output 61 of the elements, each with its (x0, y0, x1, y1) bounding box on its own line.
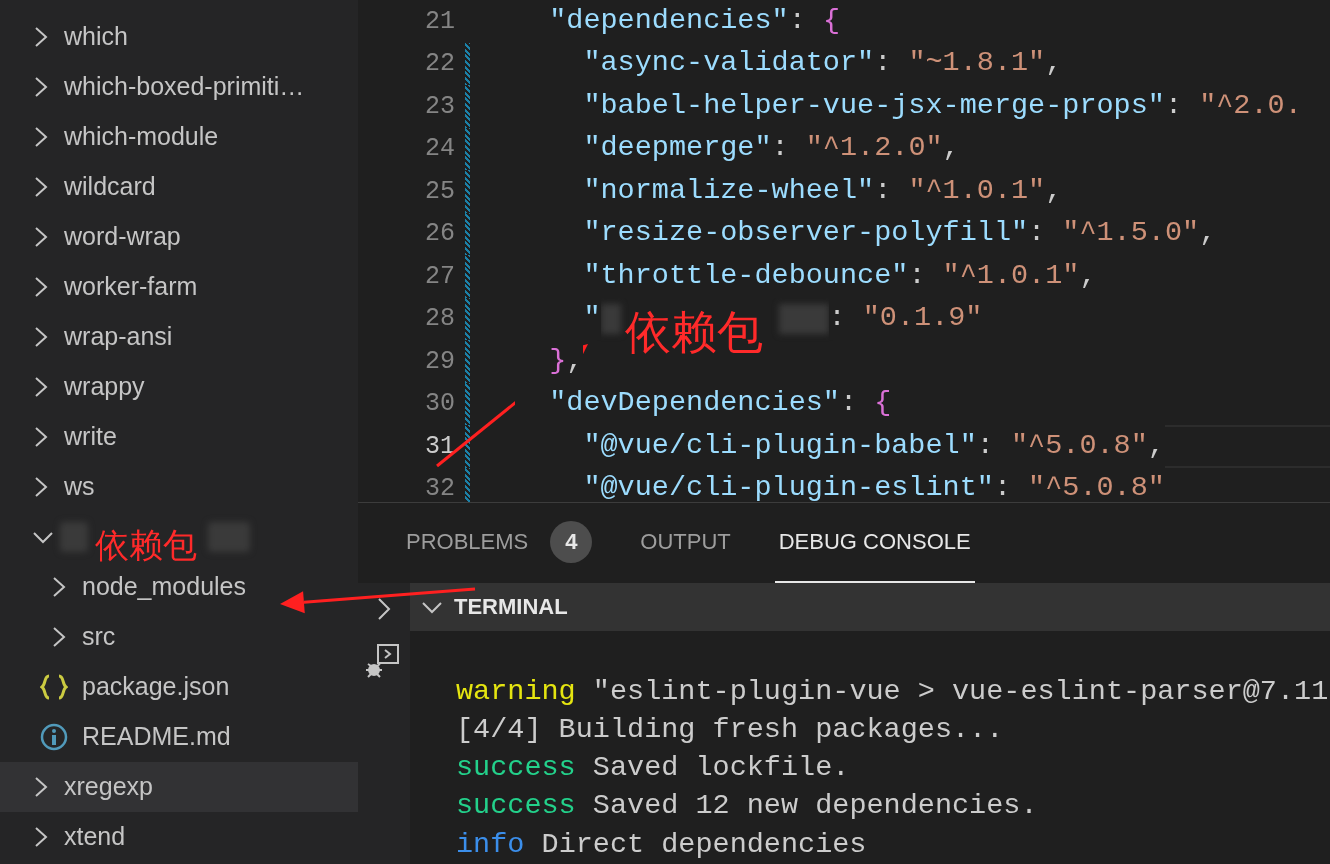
blurred-key (778, 303, 829, 334)
file-name: xtend (64, 821, 126, 853)
file-name: wrap-ansi (64, 321, 173, 353)
file-name: package.json (82, 671, 230, 703)
terminal-line: [4/4] Building fresh packages... (456, 711, 1005, 748)
braces-icon (40, 674, 68, 700)
file-name: ws (64, 471, 95, 503)
line-number: 23 (424, 90, 455, 123)
line-number: 26 (424, 218, 455, 250)
panel-tab[interactable]: OUTPUT (636, 502, 735, 583)
line-number: 22 (424, 48, 455, 80)
code-text: "@vue/cli-plugin-babel": "^5.0.8", (515, 424, 1165, 468)
line-number: 29 (424, 345, 455, 378)
file-name: which-boxed-primiti… (64, 71, 305, 103)
line-number: 31 (424, 430, 455, 463)
chevron-right-icon[interactable] (51, 576, 67, 598)
info-icon (40, 723, 68, 751)
file-name: wildcard (64, 171, 156, 203)
file-name: which-module (64, 121, 219, 153)
file-name: node_modules (82, 571, 246, 603)
file-name: wrappy (64, 371, 145, 403)
file-name: worker-farm (64, 271, 198, 303)
chevron-right-icon[interactable] (33, 426, 49, 448)
file-name: word-wrap (64, 221, 181, 253)
terminal-line: warning "eslint-plugin-vue > vue-eslint-parser@7.11 (456, 673, 1330, 710)
panel-tab[interactable]: PROBLEMS 4 (402, 502, 597, 583)
file-name: which (64, 21, 128, 53)
file-name: xregexp (64, 771, 153, 803)
terminal-line: info Direct dependencies (456, 826, 868, 863)
line-number: 24 (424, 133, 455, 165)
terminal-header[interactable]: TERMINAL (410, 582, 1330, 631)
chevron-right-icon[interactable] (33, 476, 49, 498)
terminal-line: success Saved lockfile. (456, 750, 851, 787)
chevron-right-icon[interactable] (33, 826, 49, 848)
chevron-right-icon[interactable] (377, 596, 391, 621)
line-number: 32 (424, 473, 455, 502)
chevron-right-icon[interactable] (33, 26, 49, 48)
blurred-key (600, 303, 621, 334)
file-name: write (64, 421, 117, 453)
chevron-right-icon[interactable] (33, 376, 49, 398)
chevron-right-icon[interactable] (33, 126, 49, 148)
line-number: 25 (424, 175, 455, 208)
chevron-right-icon[interactable] (51, 626, 67, 648)
line-number: 27 (424, 260, 455, 293)
line-number: 28 (424, 303, 455, 335)
chevron-down-icon[interactable] (33, 529, 53, 545)
chevron-right-icon[interactable] (33, 326, 49, 348)
file-name: README.md (82, 721, 231, 753)
chevron-right-icon[interactable] (33, 776, 49, 798)
annotation-label: 依赖包 (95, 528, 197, 562)
terminal-line: success Saved 12 new dependencies. (456, 788, 1039, 825)
line-number: 30 (424, 388, 455, 420)
chevron-right-icon[interactable] (33, 226, 49, 248)
count-badge: 4 (550, 520, 593, 563)
chevron-right-icon[interactable] (33, 76, 49, 98)
annotation-label: 依赖包 (625, 309, 763, 355)
chevron-right-icon[interactable] (33, 176, 49, 198)
file-name: src (82, 621, 116, 653)
chevron-right-icon[interactable] (33, 276, 49, 298)
line-number: 21 (424, 5, 455, 38)
tree-item[interactable]: xregexp (0, 762, 358, 812)
